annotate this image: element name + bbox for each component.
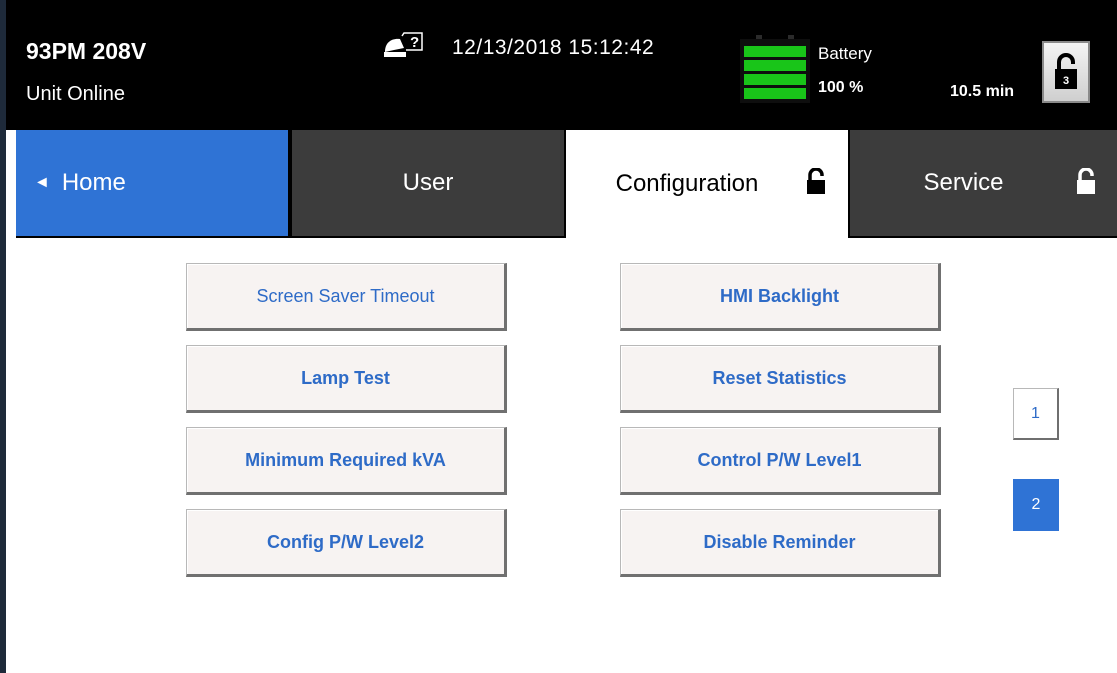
- status-icon-glyph: ?: [410, 34, 419, 51]
- tab-service-label: Service: [923, 169, 1004, 196]
- back-arrow-icon: ◄: [34, 174, 50, 191]
- tab-user-label: User: [402, 169, 454, 196]
- battery-percent: 100 %: [818, 79, 864, 96]
- hmi-backlight-button[interactable]: HMI Backlight: [620, 263, 941, 331]
- page-2-button[interactable]: 2: [1013, 479, 1059, 531]
- battery-icon: [740, 35, 810, 103]
- main-tab-bar: ◄ Home User Configuration Service: [16, 130, 1117, 238]
- unit-status-text: Unit Online: [26, 83, 125, 105]
- minimum-required-kva-button[interactable]: Minimum Required kVA: [186, 427, 507, 495]
- tab-configuration-label: Configuration: [615, 170, 759, 197]
- system-datetime: 12/13/2018 15:12:42: [452, 36, 655, 59]
- lamp-test-button[interactable]: Lamp Test: [186, 345, 507, 413]
- screen-saver-timeout-button[interactable]: Screen Saver Timeout: [186, 263, 507, 331]
- tab-home-label: Home: [61, 169, 126, 196]
- config-pw-level2-button[interactable]: Config P/W Level2: [186, 509, 507, 577]
- tab-user[interactable]: User: [290, 130, 566, 238]
- unlock-icon: 3: [1055, 53, 1077, 89]
- unlock-icon: [1077, 168, 1095, 194]
- tab-home[interactable]: ◄ Home: [16, 130, 290, 238]
- login-lock-button[interactable]: 3: [1042, 41, 1090, 103]
- page-1-button[interactable]: 1: [1013, 388, 1059, 440]
- status-header: 93PM 208V Unit Online ? 12/13/2018 15:12…: [6, 0, 1117, 130]
- battery-label: Battery: [818, 44, 872, 63]
- battery-runtime: 10.5 min: [950, 83, 1015, 100]
- control-pw-level1-button[interactable]: Control P/W Level1: [620, 427, 941, 495]
- disable-reminder-button[interactable]: Disable Reminder: [620, 509, 941, 577]
- lock-level-number: 3: [1063, 75, 1069, 87]
- ups-model-label: 93PM 208V: [26, 38, 147, 64]
- tab-service[interactable]: Service: [848, 130, 1117, 238]
- ups-status-question-icon: ?: [384, 32, 423, 57]
- reset-statistics-button[interactable]: Reset Statistics: [620, 345, 941, 413]
- tab-configuration[interactable]: Configuration: [566, 130, 848, 238]
- unlock-icon: [807, 168, 825, 194]
